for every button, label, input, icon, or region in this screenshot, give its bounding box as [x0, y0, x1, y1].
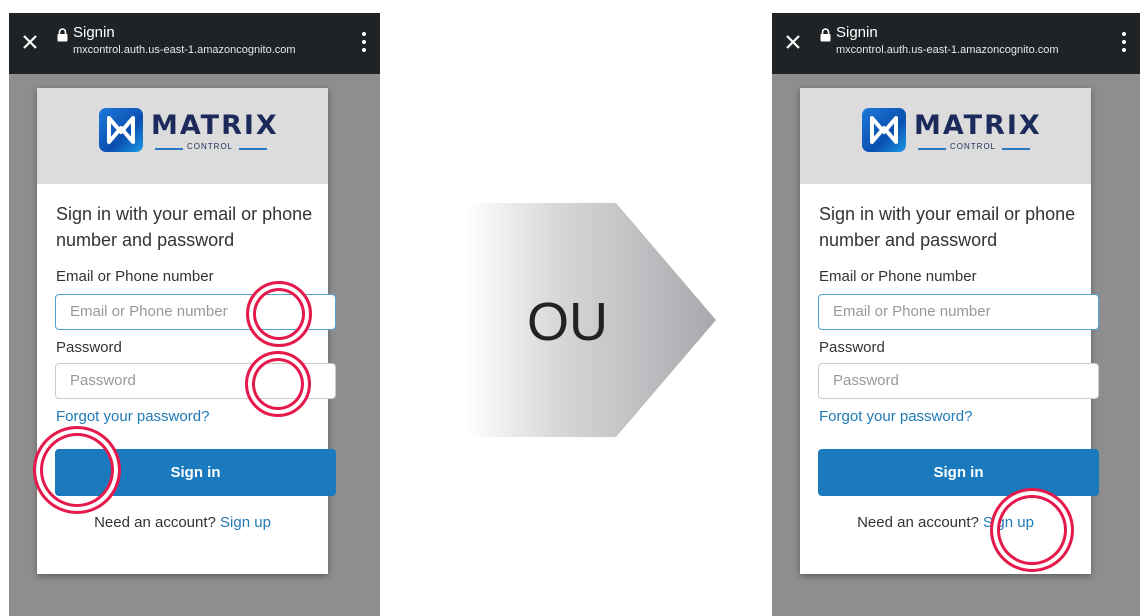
card-header: MATRIX CONTROL — [37, 88, 328, 184]
right-phone-screen: Signin mxcontrol.auth.us-east-1.amazonco… — [772, 13, 1140, 616]
forgot-password-link[interactable]: Forgot your password? — [56, 408, 209, 425]
matrix-control-logo: MATRIX CONTROL — [99, 106, 277, 156]
page-url: mxcontrol.auth.us-east-1.amazoncognito.c… — [836, 44, 1059, 56]
signin-heading: Sign in with your email or phone number … — [56, 204, 313, 250]
close-icon[interactable] — [784, 33, 802, 51]
page-title: Signin — [836, 24, 878, 41]
password-label: Password — [56, 339, 122, 356]
email-label: Email or Phone number — [819, 268, 977, 285]
browser-topbar: Signin mxcontrol.auth.us-east-1.amazonco… — [9, 13, 380, 74]
signin-button[interactable]: Sign in — [818, 449, 1099, 496]
password-label: Password — [819, 339, 885, 356]
lock-icon — [820, 28, 831, 42]
matrix-control-logo: MATRIX CONTROL — [862, 106, 1040, 156]
browser-topbar: Signin mxcontrol.auth.us-east-1.amazonco… — [772, 13, 1140, 74]
need-account-label: Need an account? — [94, 514, 216, 531]
card-header: MATRIX CONTROL — [800, 88, 1091, 184]
signin-heading: Sign in with your email or phone number … — [819, 204, 1076, 250]
highlight-ring-password — [245, 351, 311, 417]
forgot-password-link[interactable]: Forgot your password? — [819, 408, 972, 425]
menu-icon[interactable] — [362, 32, 366, 52]
logo-mark-icon — [862, 108, 906, 152]
logo-word: MATRIX — [151, 110, 279, 141]
close-icon[interactable] — [21, 33, 39, 51]
email-label: Email or Phone number — [56, 268, 214, 285]
menu-icon[interactable] — [1122, 32, 1126, 52]
logo-word: MATRIX — [914, 110, 1042, 141]
logo-subtitle: CONTROL — [155, 142, 267, 154]
highlight-ring-email — [246, 281, 312, 347]
logo-mark-icon — [99, 108, 143, 152]
email-field[interactable]: Email or Phone number — [818, 294, 1099, 330]
need-account-label: Need an account? — [857, 514, 979, 531]
highlight-ring-signup — [990, 488, 1074, 572]
signup-link[interactable]: Sign up — [220, 514, 271, 531]
highlight-ring-signin — [33, 426, 121, 514]
password-field[interactable]: Password — [818, 363, 1099, 399]
lock-icon — [57, 28, 68, 42]
page-title: Signin — [73, 24, 115, 41]
page-url: mxcontrol.auth.us-east-1.amazoncognito.c… — [73, 44, 296, 56]
divider-label: OU — [527, 292, 608, 352]
logo-sub-text: CONTROL — [950, 142, 997, 151]
logo-subtitle: CONTROL — [918, 142, 1030, 154]
logo-sub-text: CONTROL — [187, 142, 234, 151]
left-phone-screen: Signin mxcontrol.auth.us-east-1.amazonco… — [9, 13, 380, 616]
need-account-text: Need an account? Sign up — [37, 514, 328, 531]
